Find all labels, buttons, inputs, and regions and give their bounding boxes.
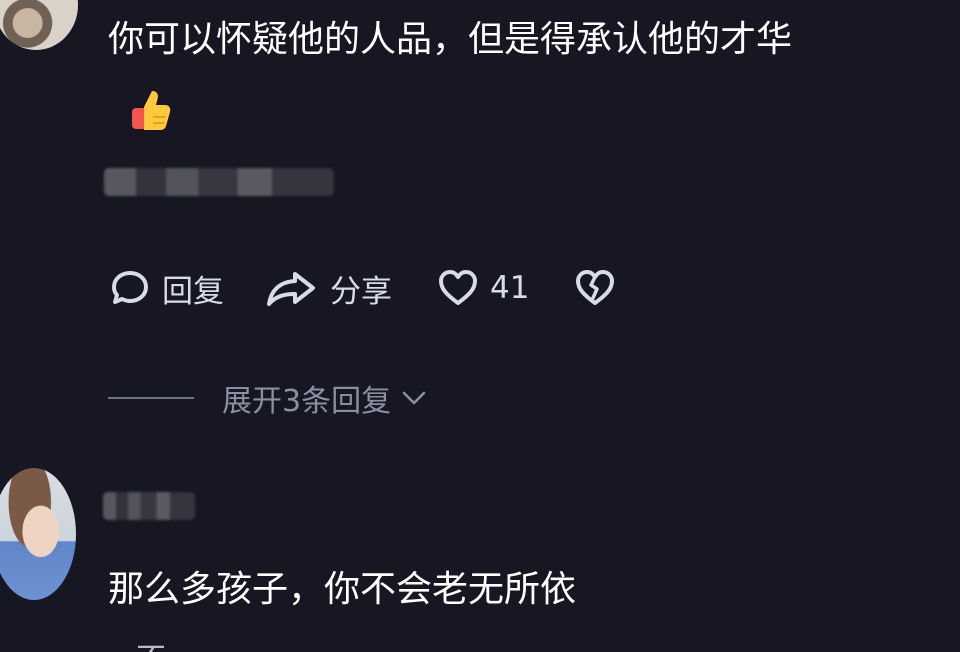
divider-line — [108, 397, 194, 399]
expand-replies-label: 展开3条回复 — [222, 384, 392, 419]
comments-screen: 你可以怀疑他的人品，但是得承认他的才华 回复 分享 41 展开3条回复 那么多孩… — [0, 0, 960, 652]
share-icon — [267, 272, 315, 306]
reply-icon — [112, 271, 148, 304]
comment-text: 你可以怀疑他的人品，但是得承认他的才华 — [108, 19, 793, 60]
reply-button[interactable]: 回复 — [108, 266, 224, 311]
blurred-username — [104, 168, 334, 196]
share-label: 分享 — [330, 273, 392, 310]
heart-icon — [439, 270, 477, 305]
cropped-comment-metadata: …不… — [106, 634, 196, 652]
reply-label: 回复 — [162, 273, 224, 310]
comment-actions: 回复 分享 41 — [108, 262, 617, 314]
broken-heart-icon — [576, 270, 615, 305]
chevron-down-icon — [402, 391, 426, 405]
share-button[interactable]: 分享 — [264, 266, 392, 311]
expand-replies-button[interactable]: 展开3条回复 — [108, 374, 427, 422]
thumbs-up-icon — [124, 86, 172, 134]
blurred-username — [103, 492, 195, 520]
like-button[interactable]: 41 — [436, 266, 529, 310]
like-count: 41 — [490, 270, 530, 306]
comment-text: 那么多孩子，你不会老无所依 — [108, 569, 577, 610]
dislike-button[interactable] — [573, 266, 617, 310]
user-avatar[interactable] — [0, 468, 76, 600]
user-avatar[interactable] — [0, 0, 78, 50]
